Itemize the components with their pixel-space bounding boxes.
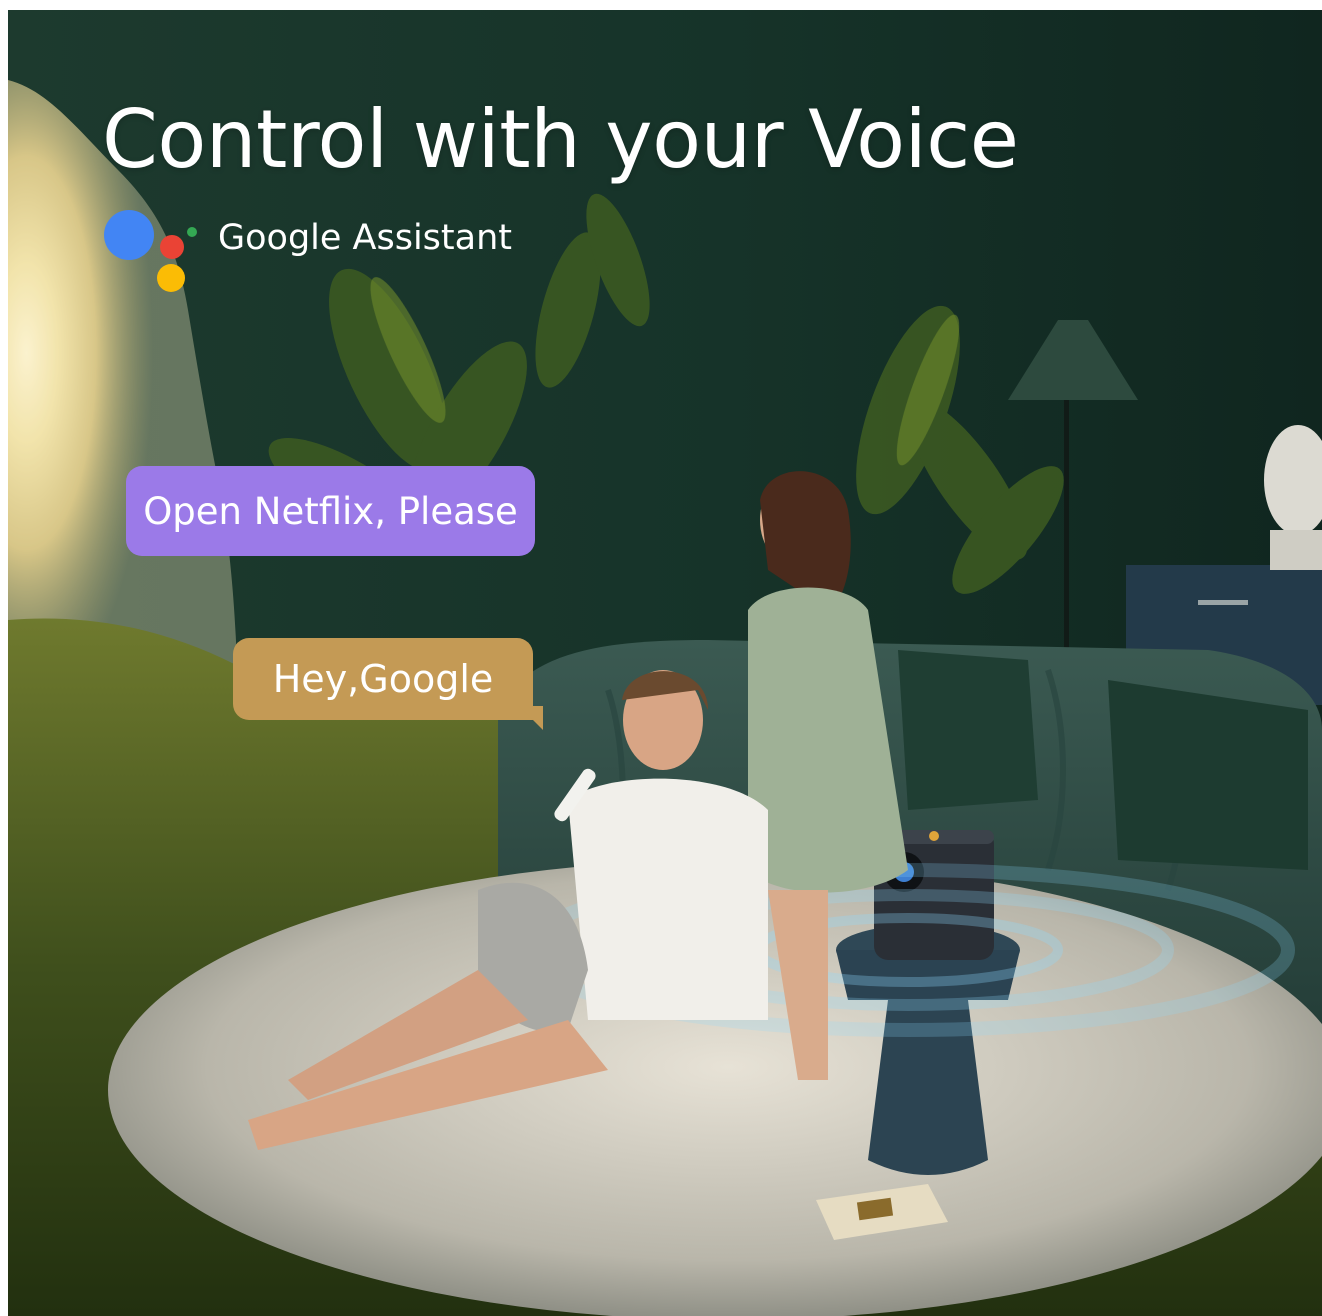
voice-request-bubble: Open Netflix, Please [126,466,535,556]
google-assistant-badge: Google Assistant [104,210,544,300]
voice-request-text: Open Netflix, Please [143,489,518,533]
wake-word-text: Hey,Google [272,657,494,701]
google-assistant-label: Google Assistant [218,218,512,258]
wake-word-bubble: Hey,Google [233,638,543,730]
speech-tail [519,706,543,730]
product-banner: Control with your Voice Google Assistant… [8,10,1322,1316]
headline: Control with your Voice [102,93,1019,186]
google-assistant-icon [104,210,197,292]
living-room-scene [8,10,1322,1316]
